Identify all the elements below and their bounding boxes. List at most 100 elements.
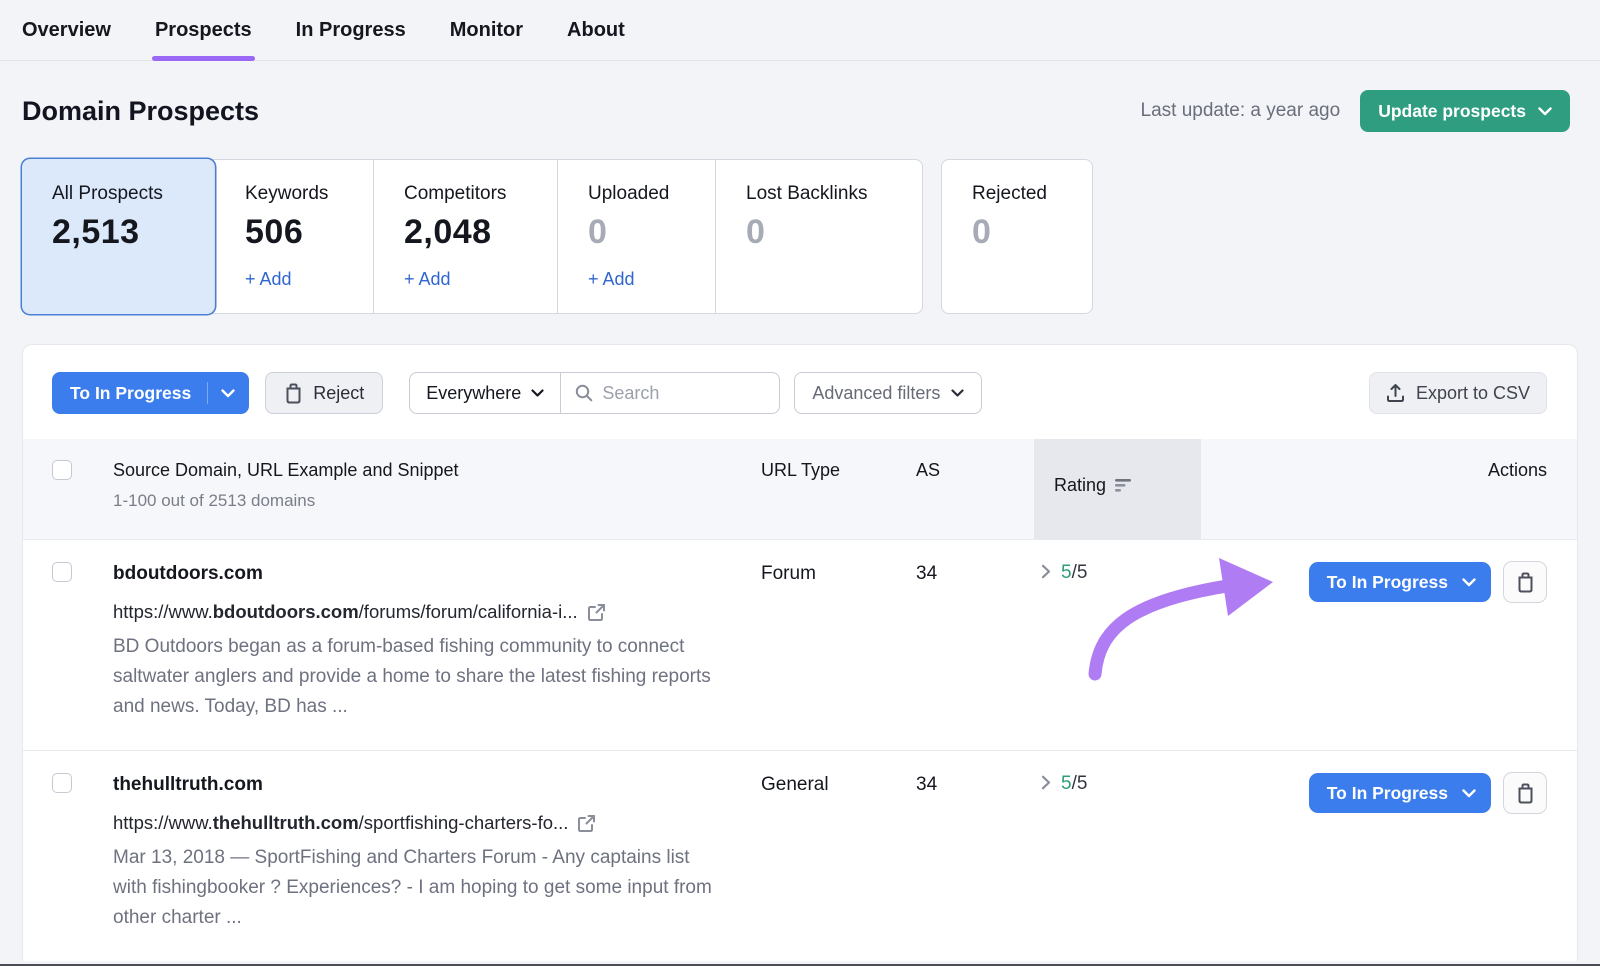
export-to-csv-label: Export to CSV [1416,383,1530,404]
prospects-panel: To In Progress Reject Everywhere [22,344,1578,961]
external-link-icon[interactable] [577,814,596,833]
card-keywords[interactable]: Keywords 506 + Add [215,160,374,313]
add-uploaded-link[interactable]: + Add [588,269,635,290]
tab-prospects[interactable]: Prospects [155,0,252,61]
chevron-right-icon[interactable] [1041,564,1051,579]
to-in-progress-label: To In Progress [1327,572,1448,593]
chevron-down-icon[interactable] [1462,789,1476,798]
page-header: Domain Prospects Last update: a year ago… [0,61,1600,159]
chevron-down-icon [531,389,544,397]
export-to-csv-button[interactable]: Export to CSV [1369,372,1547,414]
select-all-checkbox[interactable] [52,460,72,480]
source-domain: thehulltruth.com [113,773,761,797]
bulk-to-in-progress-button[interactable]: To In Progress [52,372,249,414]
card-label: Rejected [972,183,1076,205]
card-value: 0 [588,213,699,252]
trash-icon [1516,572,1535,593]
column-header-source: Source Domain, URL Example and Snippet [113,460,761,481]
update-prospects-label: Update prospects [1378,101,1526,122]
bulk-to-in-progress-label: To In Progress [70,383,191,404]
rating-cell: 5/5 [1034,562,1201,722]
rating-value: 5/5 [1061,773,1087,795]
card-uploaded[interactable]: Uploaded 0 + Add [558,160,716,313]
actions-cell: To In Progress [1201,773,1547,933]
column-header-url-type: URL Type [761,460,916,511]
chevron-down-icon[interactable] [208,389,249,398]
url-type-value: Forum [761,562,916,722]
card-lost-backlinks[interactable]: Lost Backlinks 0 [716,160,922,313]
update-prospects-button[interactable]: Update prospects [1360,90,1570,132]
card-label: Keywords [245,183,357,205]
as-value: 34 [916,773,1034,933]
card-label: Lost Backlinks [746,183,906,205]
results-count-text: 1-100 out of 2513 domains [113,491,761,511]
search-box [561,383,779,404]
rating-cell: 5/5 [1034,773,1201,933]
sort-descending-icon [1115,479,1132,492]
trash-icon [284,383,303,404]
source-domain: bdoutdoors.com [113,562,761,586]
snippet-text: Mar 13, 2018 — SportFishing and Charters… [113,843,717,933]
search-group: Everywhere [409,372,780,414]
card-rejected[interactable]: Rejected 0 [941,159,1093,314]
table-header: Source Domain, URL Example and Snippet 1… [23,439,1577,539]
search-input[interactable] [602,383,752,404]
column-header-actions: Actions [1201,460,1547,511]
as-value: 34 [916,562,1034,722]
card-value: 2,048 [404,213,541,252]
search-scope-value: Everywhere [426,383,521,404]
reject-label: Reject [313,383,364,404]
tab-about[interactable]: About [567,0,625,61]
row-checkbox[interactable] [52,773,72,793]
reject-row-button[interactable] [1503,772,1547,814]
card-value: 506 [245,213,357,252]
to-in-progress-button[interactable]: To In Progress [1309,562,1491,602]
column-header-rating[interactable]: Rating [1034,460,1201,511]
actions-cell: To In Progress [1201,562,1547,722]
card-value: 2,513 [52,213,198,252]
upload-icon [1386,383,1405,403]
tab-monitor[interactable]: Monitor [450,0,523,61]
advanced-filters-label: Advanced filters [812,383,940,404]
top-navigation: Overview Prospects In Progress Monitor A… [0,0,1600,61]
table-row: bdoutdoors.com https://www.bdoutdoors.co… [23,539,1577,750]
card-value: 0 [746,213,906,252]
search-icon [575,384,593,402]
card-label: Uploaded [588,183,699,205]
chevron-down-icon [951,389,964,397]
external-link-icon[interactable] [587,603,606,622]
rating-header-label: Rating [1054,475,1106,496]
table-toolbar: To In Progress Reject Everywhere [23,345,1577,439]
url-example: https://www.thehulltruth.com/sportfishin… [113,812,761,834]
url-type-value: General [761,773,916,933]
advanced-filters-button[interactable]: Advanced filters [794,372,982,414]
card-all-prospects[interactable]: All Prospects 2,513 [22,159,215,314]
chevron-down-icon[interactable] [1462,578,1476,587]
chevron-down-icon [1538,107,1552,116]
add-keywords-link[interactable]: + Add [245,269,292,290]
url-text: https://www.bdoutdoors.com/forums/forum/… [113,601,578,623]
card-competitors[interactable]: Competitors 2,048 + Add [374,160,558,313]
search-scope-dropdown[interactable]: Everywhere [410,373,561,413]
url-example: https://www.bdoutdoors.com/forums/forum/… [113,601,761,623]
table-row: thehulltruth.com https://www.thehulltrut… [23,750,1577,961]
rating-value: 5/5 [1061,562,1087,584]
column-header-as: AS [916,460,1034,511]
card-group: All Prospects 2,513 Keywords 506 + Add C… [22,159,923,314]
prospect-source-cards: All Prospects 2,513 Keywords 506 + Add C… [22,159,1578,314]
url-text: https://www.thehulltruth.com/sportfishin… [113,812,568,834]
to-in-progress-label: To In Progress [1327,783,1448,804]
card-label: Competitors [404,183,541,205]
to-in-progress-button[interactable]: To In Progress [1309,773,1491,813]
reject-row-button[interactable] [1503,561,1547,603]
card-value: 0 [972,213,1076,252]
row-checkbox[interactable] [52,562,72,582]
reject-button[interactable]: Reject [265,372,383,414]
tab-overview[interactable]: Overview [22,0,111,61]
add-competitors-link[interactable]: + Add [404,269,451,290]
tab-in-progress[interactable]: In Progress [296,0,406,61]
card-label: All Prospects [52,183,198,205]
chevron-right-icon[interactable] [1041,775,1051,790]
page-title: Domain Prospects [22,96,259,127]
trash-icon [1516,783,1535,804]
